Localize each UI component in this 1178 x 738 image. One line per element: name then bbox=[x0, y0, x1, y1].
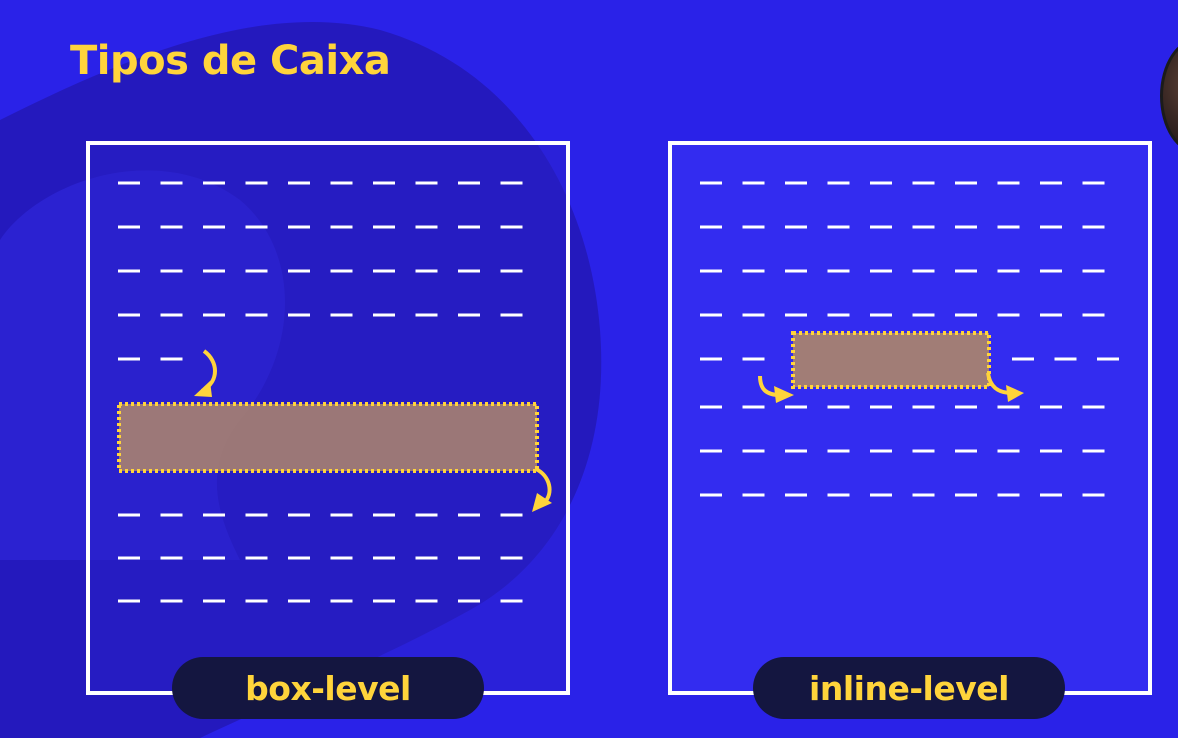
panel-frame bbox=[668, 141, 1152, 695]
page-title: Tipos de Caixa bbox=[70, 38, 391, 84]
inline-level-label: inline-level bbox=[753, 657, 1065, 719]
box-level-panel bbox=[86, 141, 572, 697]
inline-box bbox=[791, 331, 991, 389]
box-level-diagram bbox=[86, 141, 570, 695]
block-box bbox=[117, 402, 539, 473]
box-level-label: box-level bbox=[172, 657, 484, 719]
inline-level-panel bbox=[668, 141, 1154, 697]
inline-level-diagram bbox=[668, 141, 1152, 695]
